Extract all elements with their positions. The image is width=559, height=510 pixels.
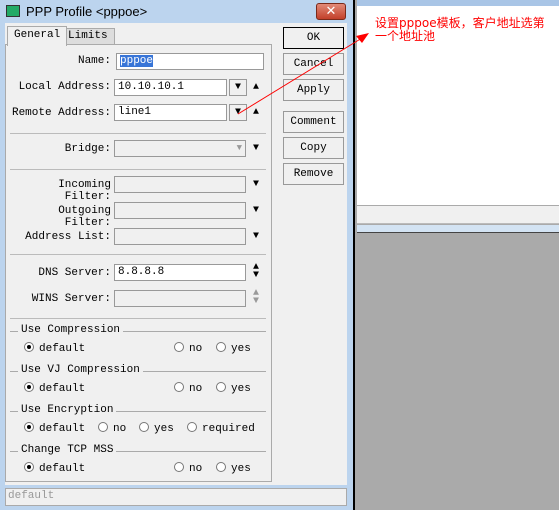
annotation-arrow — [237, 33, 369, 115]
arrow-line — [237, 37, 363, 115]
arrow-head — [356, 33, 369, 43]
tab-general[interactable]: General — [7, 26, 68, 46]
